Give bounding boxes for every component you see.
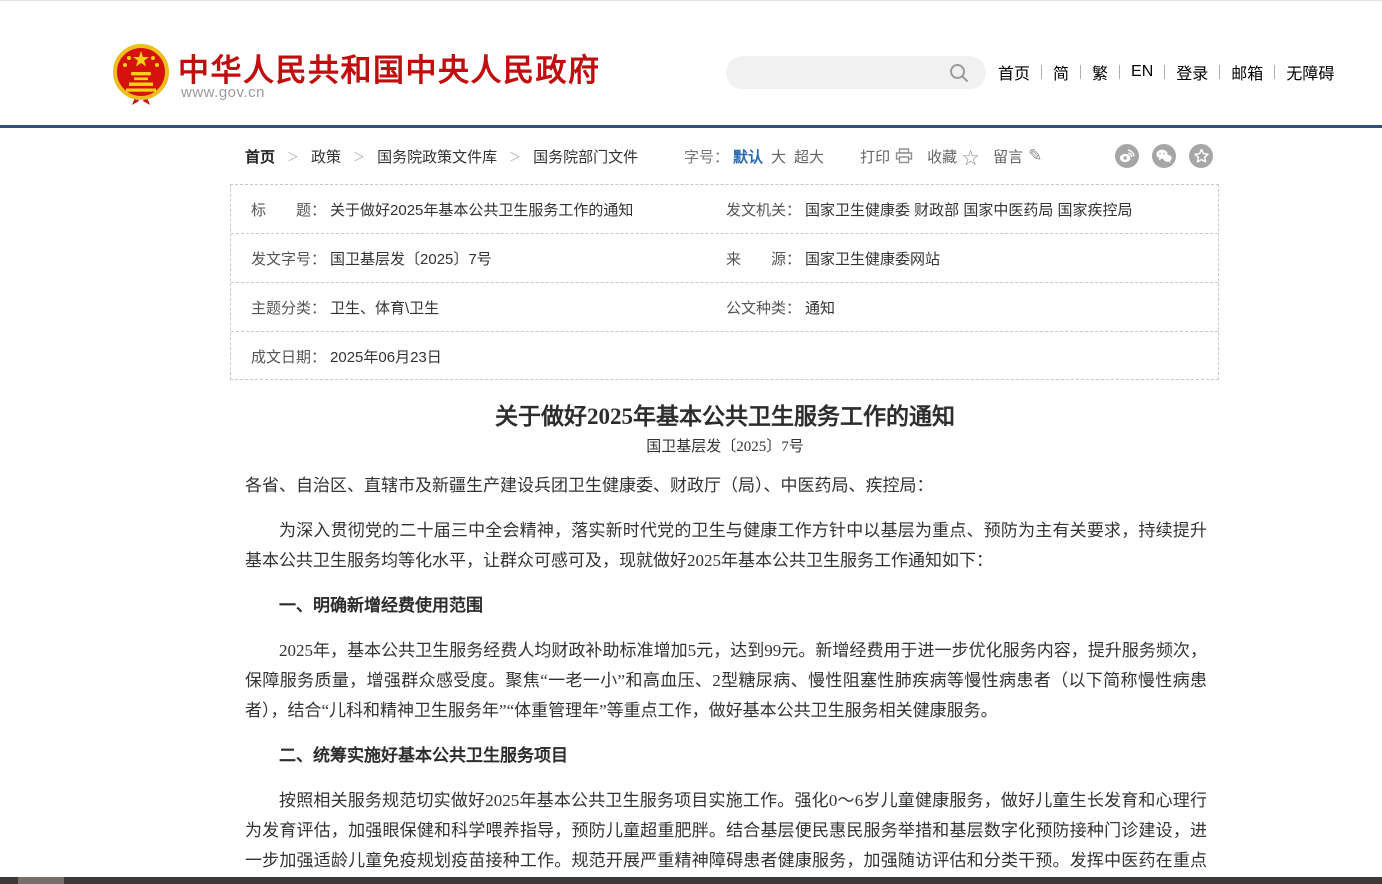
meta-value-issuing-agency: 国家卫生健康委 财政部 国家中医药局 国家疾控局 [805, 199, 1133, 220]
article-section-heading-2: 二、统筹实施好基本公共卫生服务项目 [245, 741, 1207, 771]
article-body: 各省、自治区、直辖市及新疆生产建设兵团卫生健康委、财政厅（局）、中医药局、疾控局… [245, 471, 1207, 884]
pencil-icon: ✎ [1028, 146, 1042, 166]
search-icon[interactable] [948, 62, 970, 84]
fontsize-label: 字号： [684, 146, 729, 167]
breadcrumb-home[interactable]: 首页 [245, 146, 275, 167]
meta-row-doc-number: 发文字号： 国卫基层发〔2025〕7号 来 源： 国家卫生健康委网站 [231, 234, 1218, 283]
nav-english[interactable]: EN [1131, 63, 1153, 81]
nav-divider [1119, 65, 1120, 79]
meta-row-title: 标 题： 关于做好2025年基本公共卫生服务工作的通知 发文机关： 国家卫生健康… [231, 185, 1218, 234]
nav-simplified[interactable]: 简 [1053, 60, 1069, 84]
wechat-share-icon[interactable] [1152, 144, 1176, 168]
breadcrumb-separator: ＞ [509, 148, 521, 165]
meta-label-category: 主题分类： [251, 297, 326, 318]
nav-mailbox[interactable]: 邮箱 [1231, 60, 1263, 84]
favorite-label: 收藏 [927, 146, 957, 167]
breadcrumb-policy-library[interactable]: 国务院政策文件库 [377, 146, 497, 167]
site-header: 中华人民共和国中央人民政府 www.gov.cn 首页 简 繁 EN 登录 邮箱… [0, 1, 1382, 126]
article-paragraph: 按照相关服务规范切实做好2025年基本公共卫生服务项目实施工作。强化0～6岁儿童… [245, 786, 1207, 884]
horizontal-scrollbar-thumb[interactable] [18, 877, 64, 884]
header-divider-rule [0, 125, 1382, 128]
site-url: www.gov.cn [181, 84, 265, 101]
meta-label-title: 标 题： [251, 199, 326, 220]
fontsize-xlarge-button[interactable]: 超大 [794, 146, 824, 167]
star-icon: ☆ [962, 144, 979, 169]
favorite-button[interactable]: 收藏 ☆ [927, 144, 979, 169]
document-meta-table: 标 题： 关于做好2025年基本公共卫生服务工作的通知 发文机关： 国家卫生健康… [230, 184, 1219, 380]
fontsize-default-button[interactable]: 默认 [733, 146, 763, 167]
comment-label: 留言 [993, 146, 1023, 167]
nav-divider [1164, 65, 1165, 79]
comment-button[interactable]: 留言 ✎ [993, 146, 1042, 167]
article-toolbar: 字号： 默认 大 超大 打印 收藏 ☆ 留言 ✎ [684, 143, 1204, 169]
meta-label-date: 成文日期： [251, 346, 326, 367]
article-title: 关于做好2025年基本公共卫生服务工作的通知 [230, 397, 1220, 431]
nav-divider [1274, 65, 1275, 79]
nav-home[interactable]: 首页 [998, 60, 1030, 84]
bottom-footer-edge-bar [0, 877, 1382, 884]
meta-value-title: 关于做好2025年基本公共卫生服务工作的通知 [330, 199, 633, 220]
article-salutation: 各省、自治区、直辖市及新疆生产建设兵团卫生健康委、财政厅（局）、中医药局、疾控局… [245, 471, 1207, 501]
meta-label-doc-number: 发文字号： [251, 248, 326, 269]
search-input[interactable] [740, 58, 940, 86]
meta-row-category: 主题分类： 卫生、体育\卫生 公文种类： 通知 [231, 283, 1218, 332]
article-paragraph: 为深入贯彻党的二十届三中全会精神，落实新时代党的卫生与健康工作方针中以基层为重点… [245, 516, 1207, 576]
meta-label-doc-type: 公文种类： [726, 297, 801, 318]
printer-icon [895, 148, 913, 164]
meta-value-doc-type: 通知 [805, 297, 835, 318]
meta-value-source: 国家卫生健康委网站 [805, 248, 940, 269]
breadcrumb-separator: ＞ [287, 148, 299, 165]
nav-accessibility[interactable]: 无障碍 [1286, 60, 1334, 84]
nav-login[interactable]: 登录 [1176, 60, 1208, 84]
nav-traditional[interactable]: 繁 [1092, 60, 1108, 84]
nav-divider [1080, 65, 1081, 79]
breadcrumb-policy[interactable]: 政策 [311, 146, 341, 167]
breadcrumb: 首页 ＞ 政策 ＞ 国务院政策文件库 ＞ 国务院部门文件 [245, 146, 638, 167]
page: 中华人民共和国中央人民政府 www.gov.cn 首页 简 繁 EN 登录 邮箱… [0, 0, 1382, 884]
meta-label-source: 来 源： [726, 248, 801, 269]
meta-row-date: 成文日期： 2025年06月23日 [231, 332, 1218, 381]
qzone-share-icon[interactable] [1189, 144, 1213, 168]
breadcrumb-separator: ＞ [353, 148, 365, 165]
breadcrumb-department-docs[interactable]: 国务院部门文件 [533, 146, 638, 167]
national-emblem-logo[interactable] [112, 43, 170, 107]
nav-divider [1219, 65, 1220, 79]
article-section-heading-1: 一、明确新增经费使用范围 [245, 591, 1207, 621]
meta-value-category: 卫生、体育\卫生 [330, 297, 439, 318]
meta-value-date: 2025年06月23日 [330, 346, 442, 367]
fontsize-large-button[interactable]: 大 [771, 146, 786, 167]
article-paragraph: 2025年，基本公共卫生服务经费人均财政补助标准增加5元，达到99元。新增经费用… [245, 636, 1207, 726]
weibo-share-icon[interactable] [1115, 144, 1139, 168]
meta-label-issuing-agency: 发文机关： [726, 199, 801, 220]
share-icon-group [1102, 144, 1213, 168]
print-label: 打印 [860, 146, 890, 167]
meta-value-doc-number: 国卫基层发〔2025〕7号 [330, 248, 492, 269]
print-button[interactable]: 打印 [860, 146, 913, 167]
top-nav: 首页 简 繁 EN 登录 邮箱 无障碍 [998, 61, 1334, 83]
breadcrumb-toolbar-row: 首页 ＞ 政策 ＞ 国务院政策文件库 ＞ 国务院部门文件 字号： 默认 大 超大… [0, 143, 1382, 169]
nav-divider [1041, 65, 1042, 79]
article-doc-number: 国卫基层发〔2025〕7号 [230, 435, 1220, 456]
